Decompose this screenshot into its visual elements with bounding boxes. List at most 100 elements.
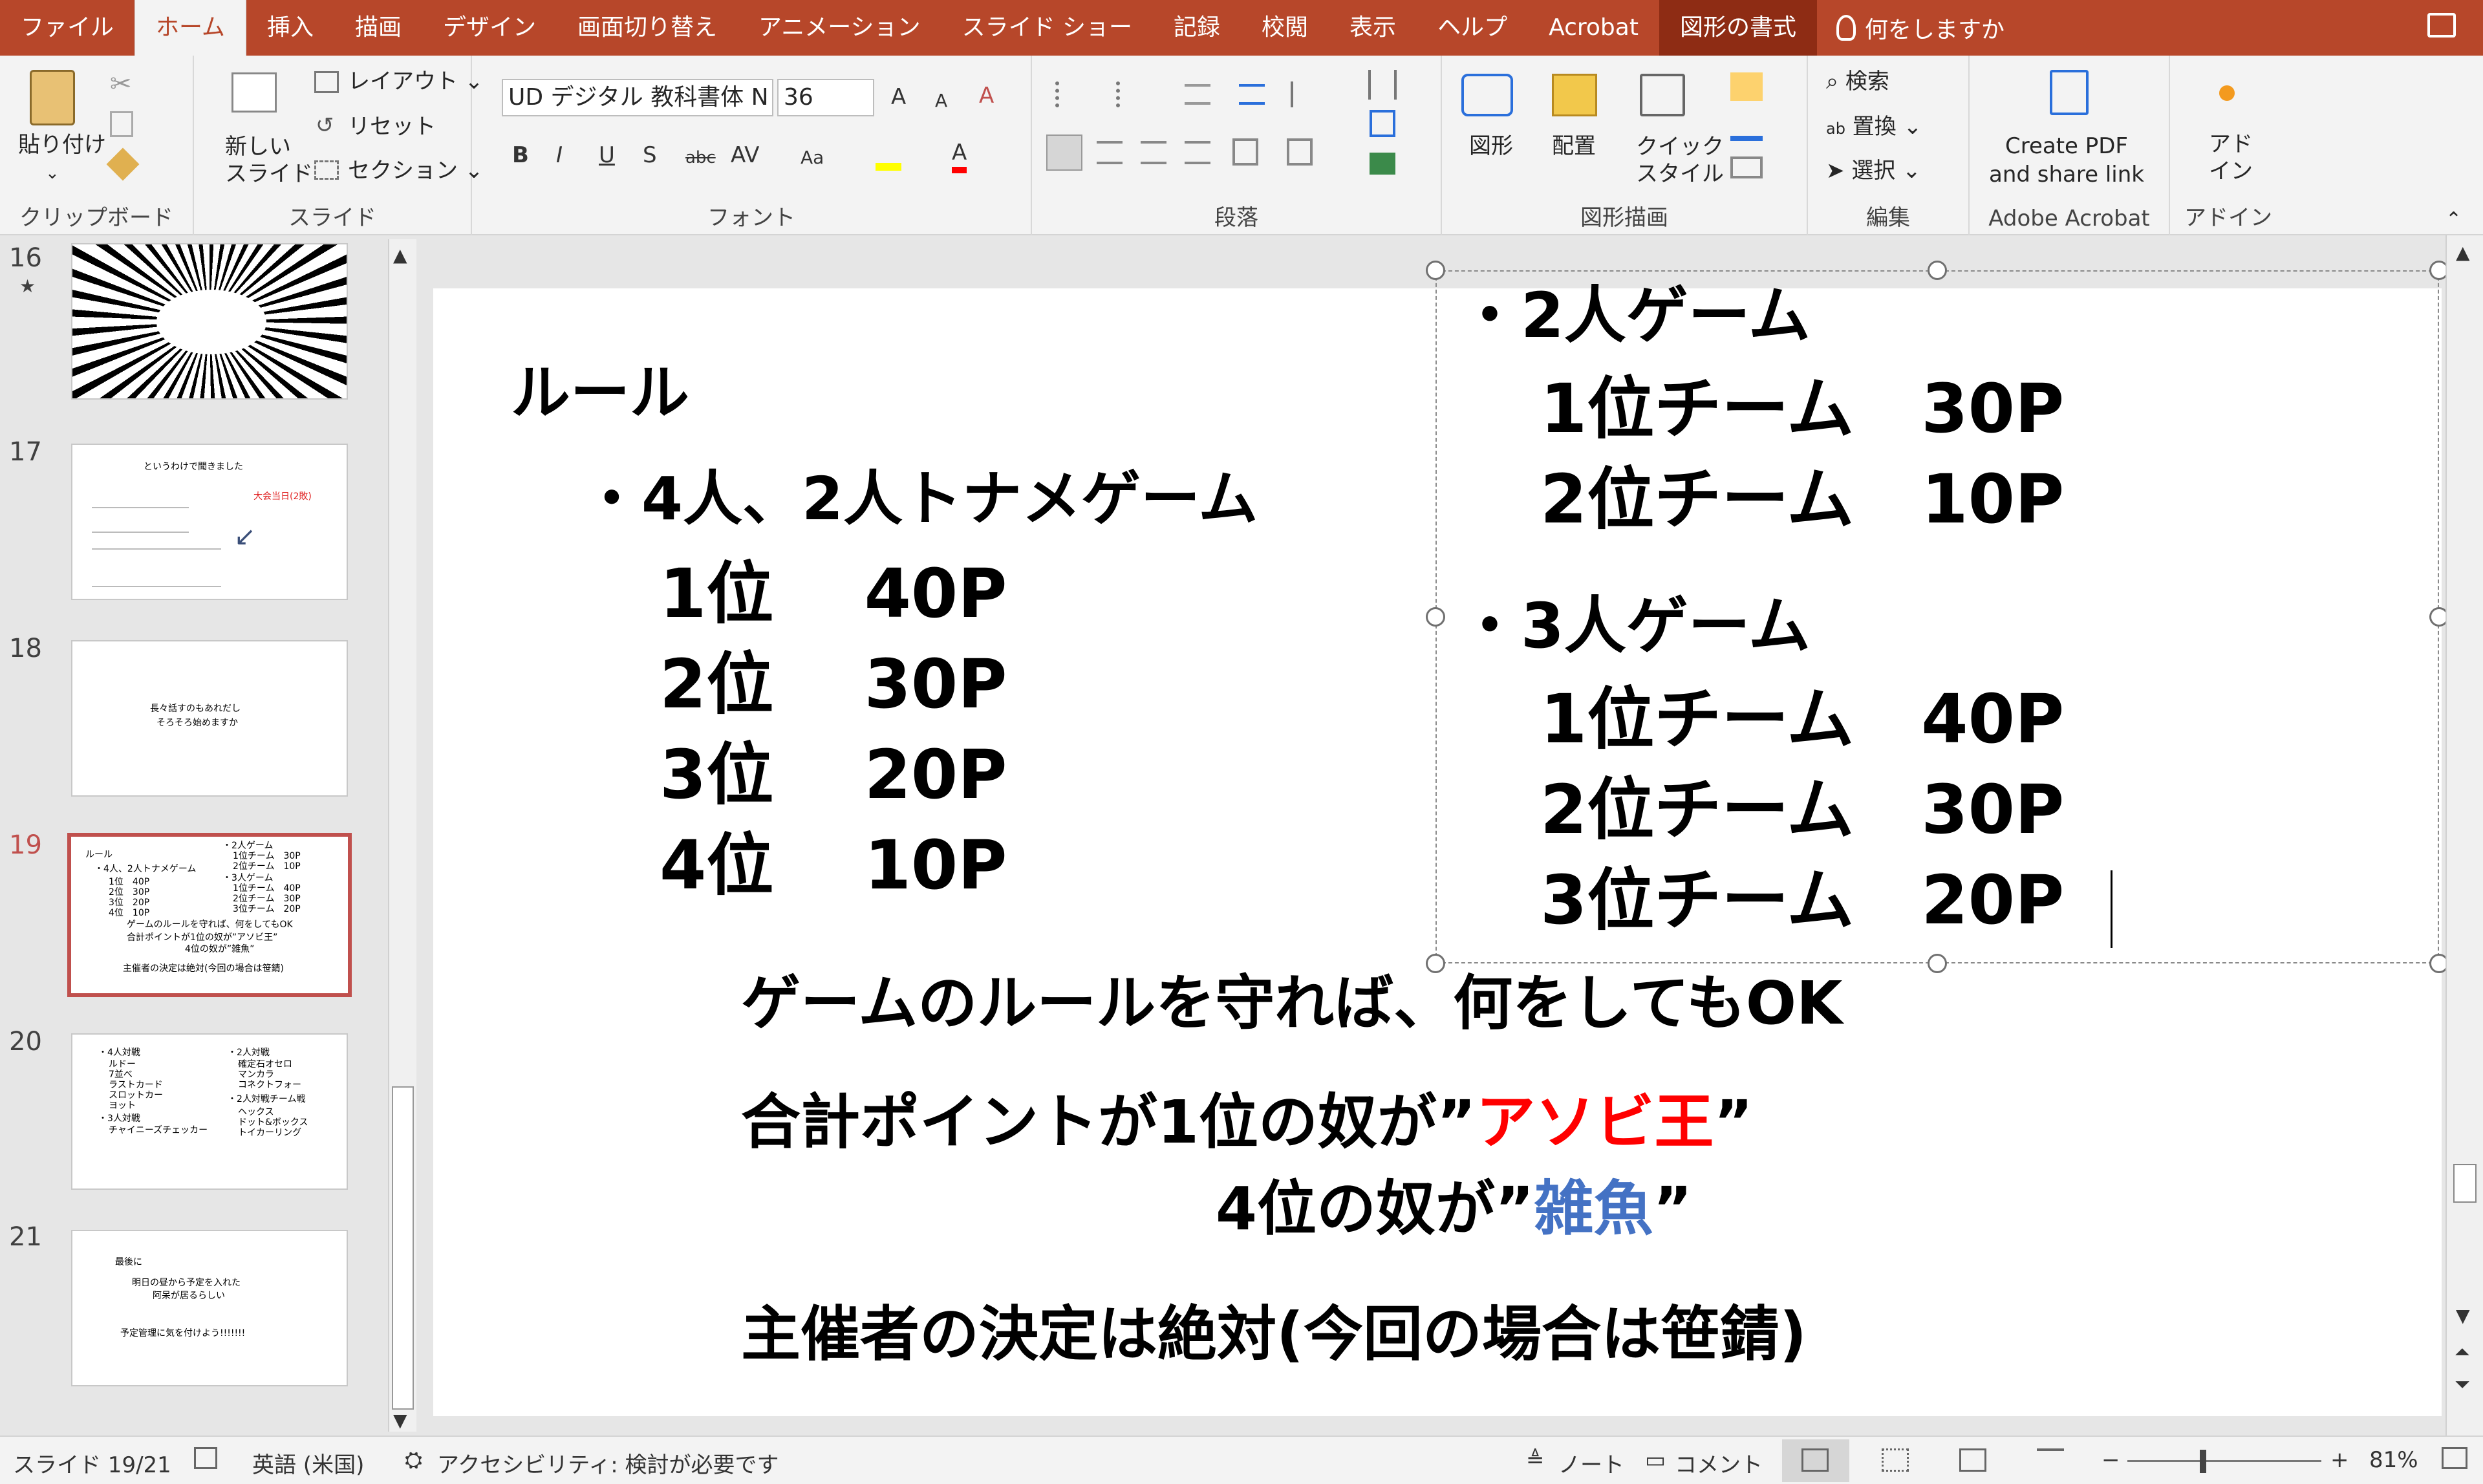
fit-slide-icon[interactable]	[2442, 1447, 2467, 1469]
shadow-icon[interactable]: S	[643, 141, 657, 169]
shape-outline-icon[interactable]	[1730, 115, 1763, 141]
thumbnail-slide-17[interactable]: というわけで聞きました 大会当日(2敗) ↙	[71, 444, 348, 600]
increase-font-icon[interactable]: A	[891, 83, 906, 111]
thumbnail-slide-18[interactable]: 長々話すのもあれだし そろそろ始めますか	[71, 640, 348, 797]
reading-view-icon[interactable]	[1959, 1448, 1986, 1472]
tab-home[interactable]: ホーム	[134, 0, 246, 56]
tell-me-search[interactable]: 何をしますか	[1817, 11, 2005, 45]
next-slide-icon[interactable]: ⏷	[2455, 1373, 2470, 1396]
spell-check-icon[interactable]	[194, 1447, 217, 1469]
zoom-slider[interactable]	[2127, 1460, 2321, 1462]
thumbnail-slide-16[interactable]	[71, 243, 348, 400]
font-name-select[interactable]: UD デジタル 教科書体 N	[502, 79, 773, 116]
reset-button[interactable]: リセット	[348, 114, 436, 140]
slideshow-icon[interactable]	[2037, 1448, 2064, 1472]
tab-shape-format[interactable]: 図形の書式	[1659, 0, 1817, 56]
scroll-up-icon[interactable]: ▲	[2456, 242, 2470, 263]
numbering-icon[interactable]	[1116, 81, 1145, 107]
layout-button[interactable]: レイアウト ⌄	[348, 69, 483, 94]
font-size-select[interactable]: 36	[777, 79, 874, 116]
zoom-slider-thumb[interactable]	[2200, 1450, 2206, 1473]
smartart-icon[interactable]	[1370, 153, 1395, 175]
comment-icon[interactable]	[2427, 13, 2456, 38]
scroll-up-icon[interactable]: ▲	[393, 244, 407, 266]
thumbnail-scroll-thumb[interactable]	[392, 1086, 414, 1410]
underline-icon[interactable]: U	[599, 141, 615, 169]
select-button[interactable]: ➤ 選択 ⌄	[1826, 158, 1921, 184]
italic-icon[interactable]: I	[556, 141, 563, 169]
tab-record[interactable]: 記録	[1153, 0, 1241, 56]
slide-scrollbar[interactable]: ▲ ▼ ⏶ ⏷	[2445, 235, 2483, 1436]
resize-handle-s[interactable]	[1928, 954, 1947, 973]
find-button[interactable]: ⌕ 検索	[1826, 69, 1889, 94]
tab-transitions[interactable]: 画面切り替え	[557, 0, 738, 56]
tab-review[interactable]: 校閲	[1241, 0, 1329, 56]
tab-acrobat[interactable]: Acrobat	[1528, 0, 1659, 56]
tab-insert[interactable]: 挿入	[246, 0, 334, 56]
tab-file[interactable]: ファイル	[0, 0, 134, 56]
change-case-icon[interactable]: Aa	[801, 144, 824, 172]
align-right-icon[interactable]	[1141, 141, 1166, 164]
align-left-icon[interactable]	[1046, 134, 1082, 171]
line-spacing-icon[interactable]	[1291, 81, 1317, 107]
align-center-icon[interactable]	[1097, 141, 1123, 164]
zoom-out-icon[interactable]: −	[2101, 1447, 2120, 1473]
decrease-font-icon[interactable]: A	[935, 87, 947, 115]
paste-button[interactable]: 貼り付け	[18, 132, 106, 158]
columns-icon[interactable]	[1368, 70, 1397, 100]
tab-slideshow[interactable]: スライド ショー	[941, 0, 1153, 56]
language-label[interactable]: 英語 (米国)	[252, 1447, 364, 1479]
resize-handle-n[interactable]	[1928, 261, 1947, 280]
tab-help[interactable]: ヘルプ	[1417, 0, 1528, 56]
scroll-down-icon[interactable]: ▼	[2456, 1305, 2470, 1326]
char-spacing-icon[interactable]: AV	[731, 141, 759, 169]
thumbnail-scrollbar[interactable]: ▲ ▼	[388, 239, 416, 1432]
replace-button[interactable]: ab 置換 ⌄	[1826, 114, 1922, 142]
clear-format-icon[interactable]: A	[979, 81, 994, 110]
paste-dropdown[interactable]: ⌄	[45, 160, 59, 186]
text-direction-icon[interactable]	[1370, 110, 1395, 137]
resize-handle-w[interactable]	[1426, 607, 1445, 627]
format-painter-icon[interactable]	[106, 147, 140, 181]
tab-animations[interactable]: アニメーション	[738, 0, 941, 56]
distributed-icon[interactable]	[1232, 138, 1258, 166]
font-color-icon[interactable]: A	[952, 138, 967, 173]
shape-effects-icon[interactable]	[1730, 156, 1763, 178]
copy-icon[interactable]	[110, 111, 133, 137]
addins-button[interactable]: アド イン	[2209, 131, 2253, 185]
accessibility-status[interactable]: アクセシビリティ: 検討が必要です	[437, 1447, 779, 1479]
thumbnail-slide-19[interactable]: ルール ・4人、2人トナメゲーム 1位 40P 2位 30P 3位 20P 4位…	[67, 833, 352, 997]
slide-sorter-icon[interactable]	[1882, 1448, 1909, 1472]
thumbnail-slide-21[interactable]: 最後に 明日の昼から予定を入れた 阿呆が居るらしい 予定管理に気を付けよう!!!…	[71, 1230, 348, 1386]
tab-draw[interactable]: 描画	[334, 0, 422, 56]
zoom-in-icon[interactable]: +	[2330, 1447, 2349, 1473]
new-slide-button[interactable]: 新しい スライド	[225, 133, 313, 188]
section-button[interactable]: セクション ⌄	[348, 158, 483, 184]
thumbnail-slide-20[interactable]: ・4人対戦 ルドー 7並べ ラストカード スロットカー ヨット ・3人対戦 チャ…	[71, 1033, 348, 1190]
bullets-icon[interactable]	[1055, 81, 1084, 107]
columns-layout-icon[interactable]	[1287, 138, 1313, 166]
cut-icon[interactable]: ✂	[110, 71, 136, 97]
shapes-button[interactable]: 図形	[1469, 133, 1513, 159]
shape-fill-icon[interactable]	[1730, 72, 1763, 101]
comments-button[interactable]: コメント	[1675, 1447, 1763, 1479]
previous-slide-icon[interactable]: ⏶	[2455, 1341, 2470, 1364]
quick-style-button[interactable]: クイック スタイル	[1636, 133, 1724, 188]
scroll-down-icon[interactable]: ▼	[393, 1410, 407, 1431]
tab-design[interactable]: デザイン	[422, 0, 557, 56]
collapse-ribbon-icon[interactable]: ⌃	[2445, 207, 2462, 233]
bold-icon[interactable]: B	[512, 141, 529, 169]
decrease-indent-icon[interactable]	[1185, 84, 1210, 105]
comments-icon: ▭	[1645, 1447, 1666, 1473]
increase-indent-icon[interactable]	[1239, 84, 1265, 105]
tab-view[interactable]: 表示	[1329, 0, 1417, 56]
strikethrough-icon[interactable]: abc	[685, 144, 716, 172]
justify-icon[interactable]	[1185, 141, 1210, 164]
arrange-button[interactable]: 配置	[1552, 133, 1596, 159]
zoom-level[interactable]: 81%	[2369, 1447, 2418, 1473]
notes-button[interactable]: ノート	[1558, 1447, 1624, 1479]
highlight-icon[interactable]	[876, 142, 901, 171]
create-pdf-button[interactable]: Create PDF and share link	[1989, 132, 2144, 189]
resize-handle-nw[interactable]	[1426, 261, 1445, 280]
slide-scroll-thumb[interactable]	[2453, 1164, 2477, 1203]
